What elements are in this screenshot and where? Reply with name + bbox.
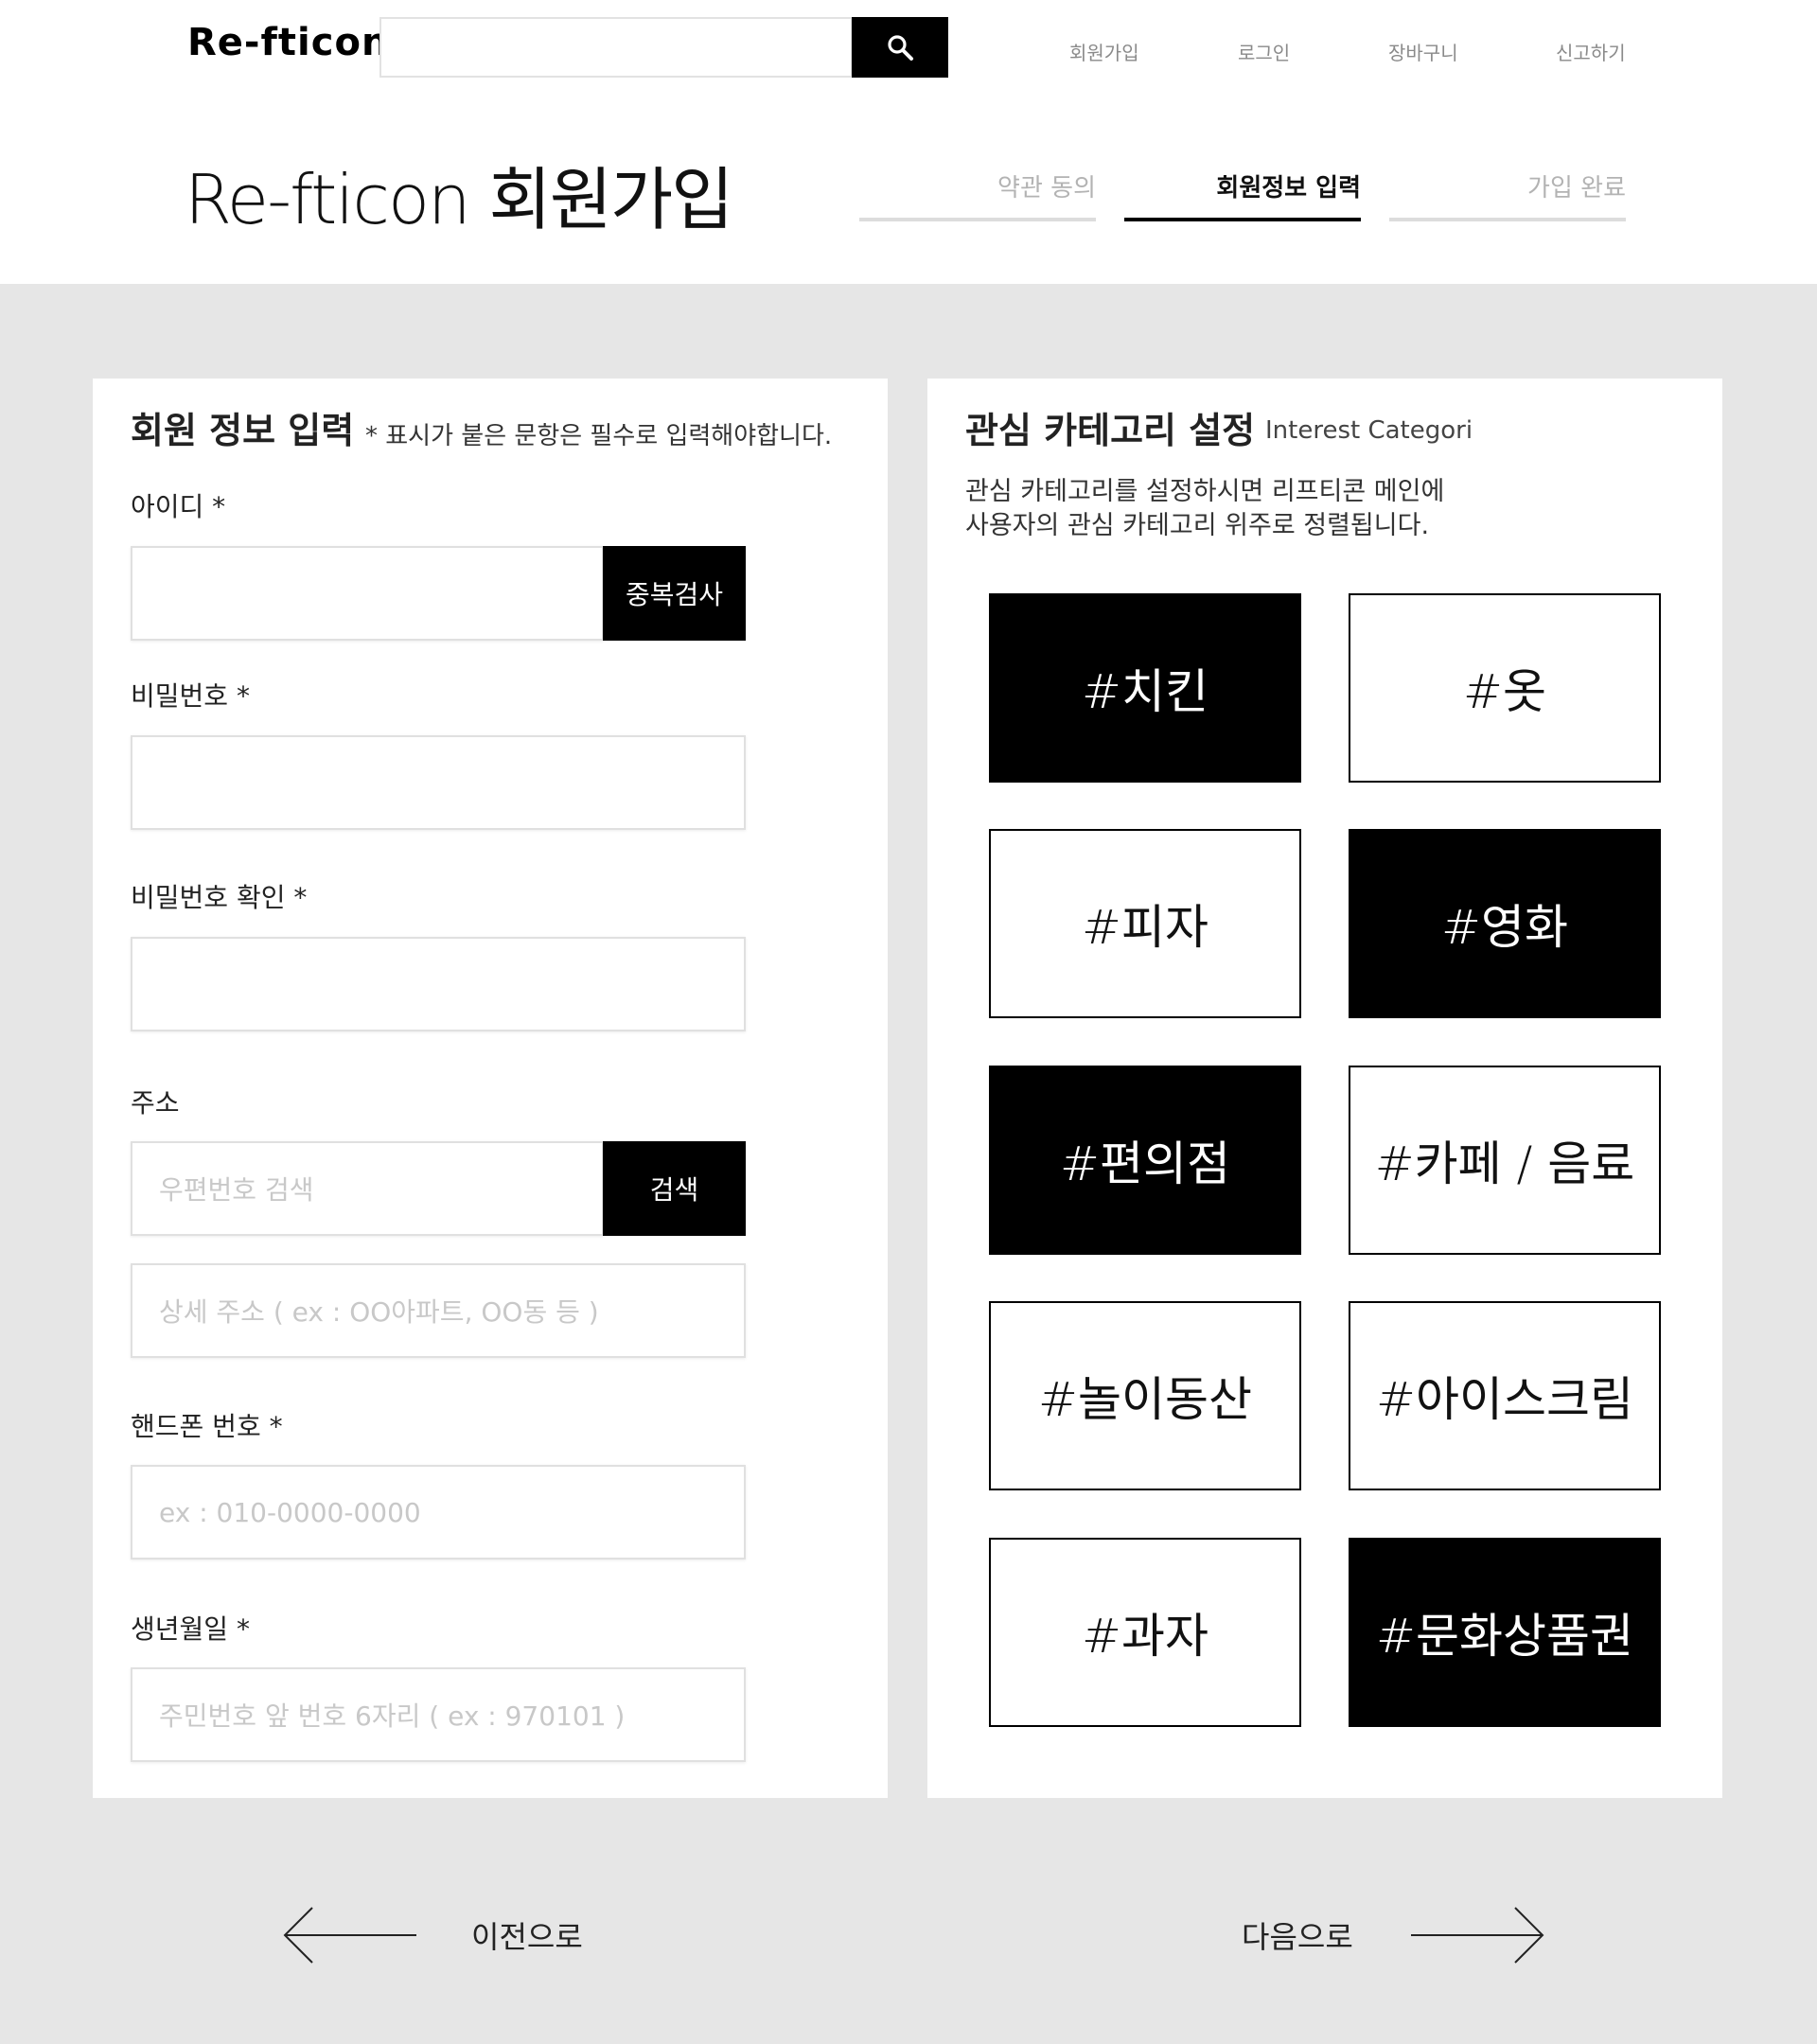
prev-button[interactable]: 이전으로	[282, 1902, 583, 1968]
step-bar	[1389, 218, 1626, 221]
address-search-button[interactable]: 검색	[603, 1141, 746, 1236]
address-label: 주소	[131, 1087, 180, 1119]
category-tag[interactable]: #문화상품권	[1349, 1538, 1661, 1727]
prev-label: 이전으로	[471, 1919, 583, 1955]
next-button[interactable]: 다음으로	[1242, 1902, 1545, 1968]
category-tag[interactable]: #카페 / 음료	[1349, 1066, 1661, 1255]
password-confirm-label: 비밀번호 확인 *	[131, 882, 308, 913]
step-label: 회원정보 입력	[1216, 174, 1361, 203]
interest-category-panel: 관심 카테고리 설정 Interest Categori 관심 카테고리를 설정…	[927, 379, 1722, 1798]
nav-cart-link[interactable]: 장바구니	[1388, 38, 1458, 65]
category-tag[interactable]: #영화	[1349, 829, 1661, 1018]
nav-report-link[interactable]: 신고하기	[1556, 38, 1626, 65]
member-info-title: 회원 정보 입력	[131, 410, 355, 451]
category-tag[interactable]: #과자	[989, 1538, 1301, 1727]
category-tag[interactable]: #옷	[1349, 593, 1661, 783]
address-detail-input[interactable]: 상세 주소 ( ex : OO아파트, OO동 등 )	[131, 1263, 746, 1358]
step-member-info: 회원정보 입력	[1124, 168, 1361, 221]
postcode-input[interactable]: 우편번호 검색	[131, 1141, 604, 1236]
password-input[interactable]	[131, 735, 746, 830]
category-tag[interactable]: #치킨	[989, 593, 1301, 783]
step-terms: 약관 동의	[859, 168, 1096, 221]
search-button[interactable]	[852, 17, 948, 78]
step-label: 약관 동의	[997, 174, 1096, 203]
member-info-panel: 회원 정보 입력 * 표시가 붙은 문항은 필수로 입력해야합니다. 아이디 *…	[93, 379, 888, 1798]
password-label: 비밀번호 *	[131, 680, 250, 712]
page-title: Re-fticon 회원가입	[185, 160, 734, 239]
arrow-right-icon	[1410, 1907, 1544, 1964]
birth-input[interactable]: 주민번호 앞 번호 6자리 ( ex : 970101 )	[131, 1667, 746, 1762]
duplicate-check-button[interactable]: 중복검사	[603, 546, 746, 641]
category-tag[interactable]: #피자	[989, 829, 1301, 1018]
birth-label: 생년월일 *	[131, 1613, 250, 1645]
category-tag[interactable]: #놀이동산	[989, 1301, 1301, 1490]
step-bar	[1124, 218, 1361, 221]
nav-signup-link[interactable]: 회원가입	[1069, 38, 1139, 65]
password-confirm-input[interactable]	[131, 937, 746, 1031]
required-note: * 표시가 붙은 문항은 필수로 입력해야합니다.	[365, 422, 833, 450]
phone-label: 핸드폰 번호 *	[131, 1411, 283, 1442]
id-label: 아이디 *	[131, 491, 226, 522]
site-logo[interactable]: Re-fticon	[187, 21, 389, 64]
arrow-left-icon	[283, 1907, 416, 1964]
nav-login-link[interactable]: 로그인	[1238, 38, 1290, 65]
category-desc-line: 사용자의 관심 카테고리 위주로 정렬됩니다.	[965, 511, 1430, 540]
category-title: 관심 카테고리 설정	[965, 410, 1256, 451]
search-icon	[888, 35, 913, 61]
next-label: 다음으로	[1242, 1919, 1353, 1955]
step-complete: 가입 완료	[1389, 168, 1626, 221]
step-label: 가입 완료	[1527, 174, 1626, 203]
step-bar	[859, 218, 1096, 221]
category-desc-line: 관심 카테고리를 설정하시면 리프티콘 메인에	[965, 477, 1445, 506]
phone-input[interactable]: ex : 010-0000-0000	[131, 1465, 746, 1559]
search-input[interactable]	[379, 17, 853, 78]
category-description: 관심 카테고리를 설정하시면 리프티콘 메인에 사용자의 관심 카테고리 위주로…	[965, 475, 1444, 543]
category-tag[interactable]: #편의점	[989, 1066, 1301, 1255]
id-input[interactable]	[131, 546, 604, 641]
category-subtitle: Interest Categori	[1265, 416, 1473, 445]
category-tag[interactable]: #아이스크림	[1349, 1301, 1661, 1490]
site-header: Re-fticon 회원가입 로그인 장바구니 신고하기 Re-fticon 회…	[0, 0, 1817, 284]
